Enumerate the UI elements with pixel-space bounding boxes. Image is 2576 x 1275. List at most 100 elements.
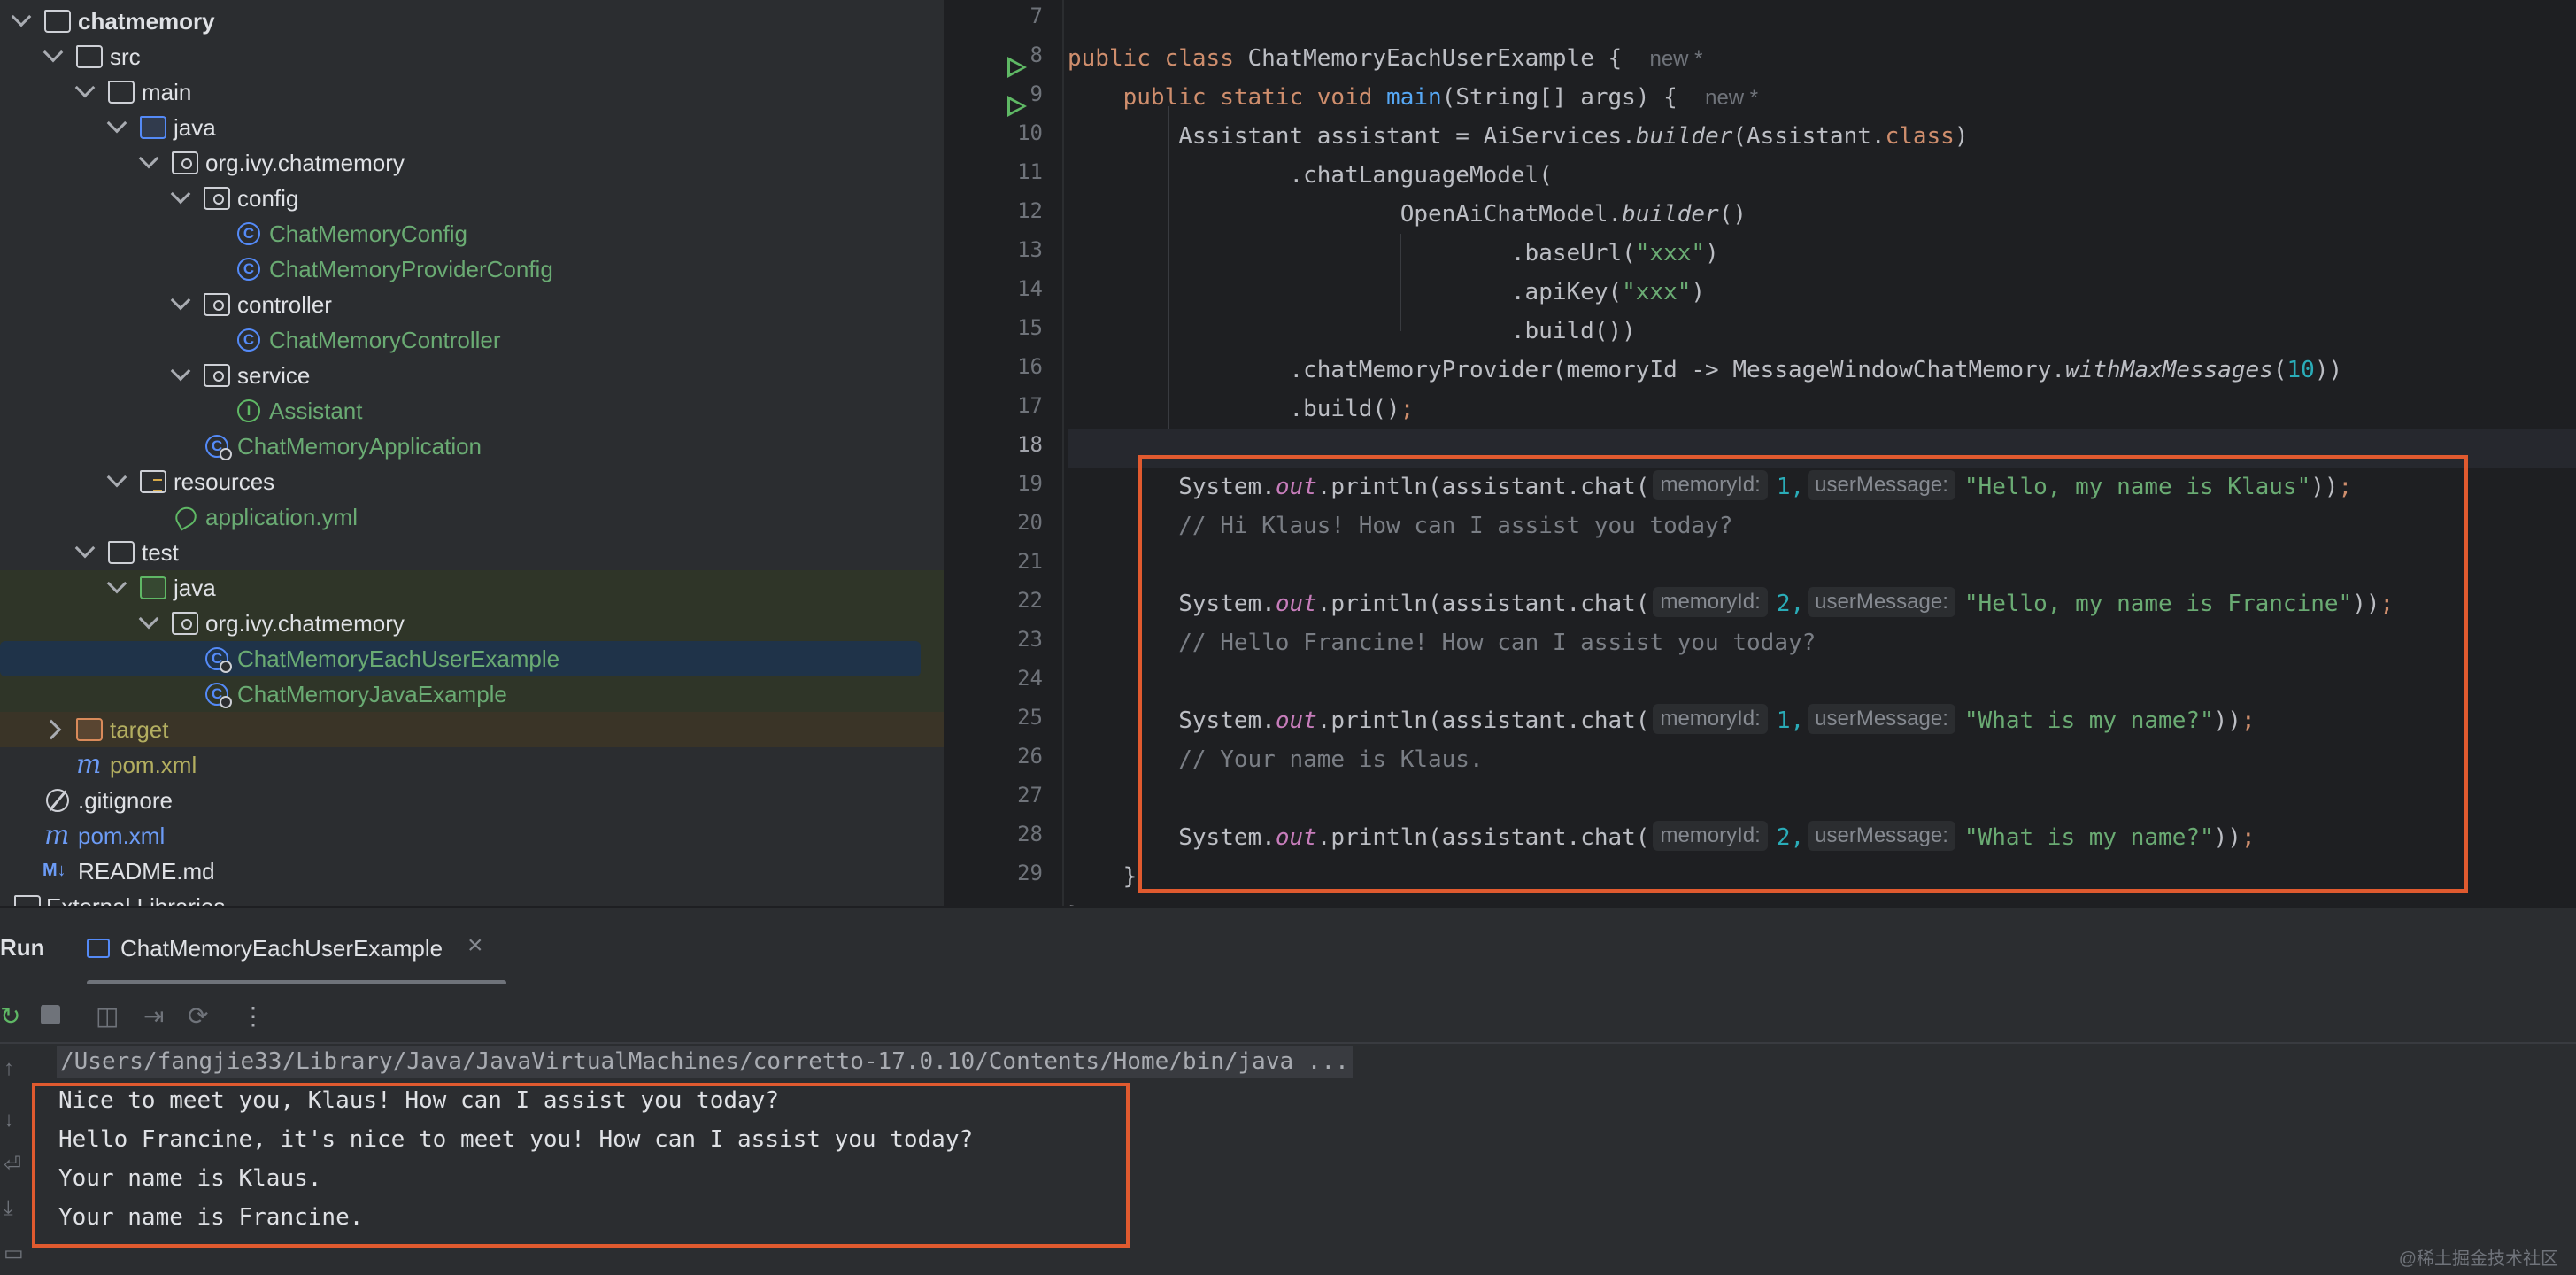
code-token: builder: [1635, 123, 1733, 150]
watermark: @稀土掘金技术社区: [2398, 1249, 2558, 1269]
tree-item-java-main[interactable]: java: [0, 110, 944, 145]
code-line: public static void main(String[] args) {…: [1068, 78, 1759, 117]
line-number: 23: [1017, 627, 1043, 652]
chevron-right-icon[interactable]: [41, 719, 62, 740]
run-tab[interactable]: ChatMemoryEachUserExample ×: [87, 922, 506, 973]
tree-item-class[interactable]: C ChatMemoryController: [0, 322, 944, 358]
tree-item-label: README.md: [78, 858, 215, 885]
tree-item-label: java: [174, 575, 216, 601]
line-number: 29: [1017, 861, 1043, 885]
tree-item-gitignore[interactable]: .gitignore: [0, 783, 944, 818]
chevron-down-icon[interactable]: [106, 467, 127, 488]
tree-item-config[interactable]: config: [0, 181, 944, 216]
run-gutter-icon[interactable]: [1007, 96, 1027, 117]
chevron-down-icon[interactable]: [106, 573, 127, 594]
chevron-down-icon[interactable]: [138, 148, 159, 169]
chevron-down-icon[interactable]: [170, 360, 191, 382]
code-token: )): [2314, 357, 2343, 383]
chevron-down-icon[interactable]: [138, 608, 159, 630]
tree-item-yml[interactable]: application.yml: [0, 499, 944, 535]
code-token: ): [1705, 240, 1719, 267]
run-panel-title[interactable]: Run: [0, 934, 45, 962]
line-number: 20: [1017, 510, 1043, 535]
tree-item-pom[interactable]: m pom.xml: [0, 747, 944, 783]
tree-item-label: ChatMemoryJavaExample: [237, 681, 507, 707]
chevron-down-icon[interactable]: [74, 77, 96, 98]
markdown-icon: M↓: [42, 861, 66, 880]
tree-item-test-package[interactable]: org.ivy.chatmemory: [0, 606, 944, 641]
tree-item-label: .gitignore: [78, 787, 173, 814]
chevron-down-icon[interactable]: [74, 537, 96, 559]
tree-item-controller[interactable]: controller: [0, 287, 944, 322]
string-literal: "xxx": [1635, 240, 1706, 267]
tree-item-readme[interactable]: M↓ README.md: [0, 854, 944, 889]
tree-item-class[interactable]: C ChatMemoryConfig: [0, 216, 944, 251]
package-icon: [204, 187, 230, 210]
gutter-divider: [1062, 0, 1064, 906]
tree-item-class[interactable]: C ChatMemoryJavaExample: [0, 676, 944, 712]
arrow-down-icon[interactable]: ↓: [4, 1108, 14, 1132]
tree-item-app-class[interactable]: C ChatMemoryApplication: [0, 429, 944, 464]
tree-item-java-test[interactable]: java: [0, 570, 944, 606]
code-token: OpenAiChatModel.: [1400, 201, 1623, 228]
tree-item-package[interactable]: org.ivy.chatmemory: [0, 145, 944, 181]
runnable-class-icon: C: [205, 647, 232, 673]
code-token: .build(): [1289, 396, 1400, 422]
tree-item-target[interactable]: target: [0, 712, 944, 747]
code-line: .build()): [1068, 312, 1636, 351]
scroll-to-end-icon[interactable]: ⤓: [4, 1196, 13, 1221]
package-icon: [172, 612, 198, 635]
line-number: 7: [1030, 4, 1043, 28]
soft-wrap-icon[interactable]: ⏎: [4, 1152, 21, 1178]
keyword: class: [1164, 45, 1234, 72]
chevron-down-icon[interactable]: [11, 6, 32, 27]
tree-item-main[interactable]: main: [0, 74, 944, 110]
tree-item-label: ChatMemoryEachUserExample: [237, 645, 560, 672]
maven-icon: m: [76, 749, 102, 780]
close-icon[interactable]: ×: [467, 931, 483, 961]
code-token: }: [1122, 863, 1138, 890]
arrow-up-icon[interactable]: ↑: [4, 1056, 14, 1081]
tree-item-chatmemory[interactable]: chatmemory: [0, 4, 944, 39]
chevron-down-icon[interactable]: [106, 112, 127, 134]
code-token: Assistant assistant = AiServices.: [1178, 123, 1636, 150]
code-line: .build();: [1068, 390, 1414, 429]
chevron-down-icon[interactable]: [170, 290, 191, 311]
settings-icon[interactable]: ⟳: [188, 1001, 208, 1031]
code-token: .chatMemoryProvider(memoryId -> MessageW…: [1289, 357, 2066, 383]
tree-item-test[interactable]: test: [0, 535, 944, 570]
tree-item-label: chatmemory: [78, 8, 215, 35]
code-editor[interactable]: 7 8 9 10 11 12 13 14 15 16 17 18 19 20 2…: [945, 0, 2576, 906]
tree-item-src[interactable]: src: [0, 39, 944, 74]
tree-item-service[interactable]: service: [0, 358, 944, 393]
runnable-class-icon: C: [205, 435, 232, 460]
tree-item-external-libraries[interactable]: External Libraries: [0, 889, 944, 906]
keyword: public: [1068, 45, 1151, 72]
export-icon[interactable]: ⇥: [143, 1001, 164, 1031]
camera-icon[interactable]: ◫: [96, 1001, 119, 1031]
tree-item-selected-class[interactable]: C ChatMemoryEachUserExample: [0, 641, 944, 676]
tree-item-label: Assistant: [269, 398, 363, 424]
tree-item-resources[interactable]: resources: [0, 464, 944, 499]
line-number: 22: [1017, 588, 1043, 613]
tree-item-label: ChatMemoryConfig: [269, 220, 467, 247]
stop-icon[interactable]: [41, 1005, 60, 1024]
project-folder-icon: [44, 10, 71, 33]
run-gutter-icon[interactable]: [1007, 57, 1027, 78]
line-number: 11: [1017, 159, 1043, 184]
more-options-icon[interactable]: ⋮: [241, 1001, 266, 1031]
class-icon: C: [237, 328, 260, 352]
tree-item-class[interactable]: C ChatMemoryProviderConfig: [0, 251, 944, 287]
chevron-down-icon[interactable]: [42, 42, 64, 63]
chevron-down-icon[interactable]: [170, 183, 191, 205]
line-number: 10: [1017, 120, 1043, 145]
tree-item-interface[interactable]: I Assistant: [0, 393, 944, 429]
method-name: main: [1386, 84, 1442, 111]
tree-item-pom-root[interactable]: m pom.xml: [0, 818, 944, 854]
rerun-icon[interactable]: ↻: [0, 1001, 20, 1031]
code-line: }: [1068, 857, 1138, 896]
code-line: }: [1068, 896, 1082, 906]
print-icon[interactable]: ▭: [4, 1240, 24, 1266]
excluded-folder-icon: [76, 718, 103, 741]
line-number: 25: [1017, 705, 1043, 730]
